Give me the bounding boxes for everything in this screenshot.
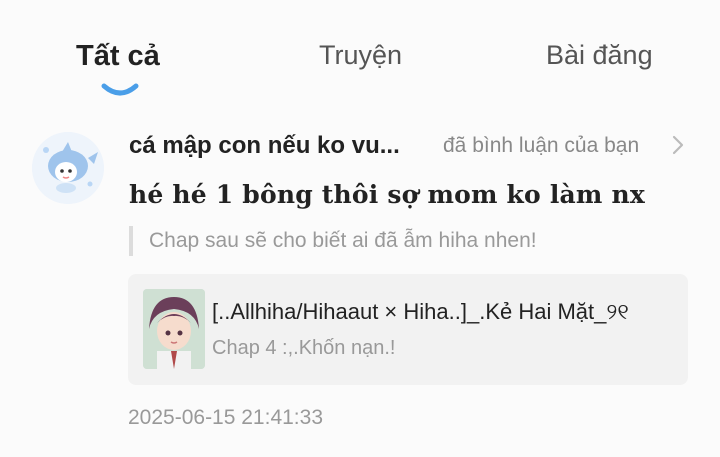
quoted-reply: Chap sau sẽ cho biết ai đã ẫm hiha nhen! xyxy=(129,226,537,256)
story-chapter: Chap 4 :,.Khốn nạn.! xyxy=(212,337,396,359)
story-cover xyxy=(143,289,205,369)
tab-bar: Tất cả Truyện Bài đăng xyxy=(0,0,720,110)
commenter-name[interactable]: cá mập con nếu ko vu... xyxy=(129,132,429,160)
story-title: [..Allhiha/Hihaaut × Hiha..]_.Kẻ Hai Mặt… xyxy=(212,299,629,324)
shark-avatar-icon xyxy=(32,132,104,204)
comment-text: hé hé 1 bông thôi sợ mom ko làm nx xyxy=(129,180,645,209)
avatar[interactable] xyxy=(32,132,104,204)
tab-stories[interactable]: Truyện xyxy=(319,40,402,71)
story-cover-image xyxy=(143,289,205,369)
tab-all[interactable]: Tất cả xyxy=(76,40,160,73)
active-tab-indicator xyxy=(101,83,139,96)
timestamp: 2025-06-15 21:41:33 xyxy=(128,406,323,429)
chevron-right-icon[interactable] xyxy=(670,134,686,156)
action-text: đã bình luận của bạn xyxy=(443,134,640,157)
story-card[interactable]: [..Allhiha/Hihaaut × Hiha..]_.Kẻ Hai Mặt… xyxy=(128,274,688,385)
tab-posts[interactable]: Bài đăng xyxy=(546,40,653,71)
